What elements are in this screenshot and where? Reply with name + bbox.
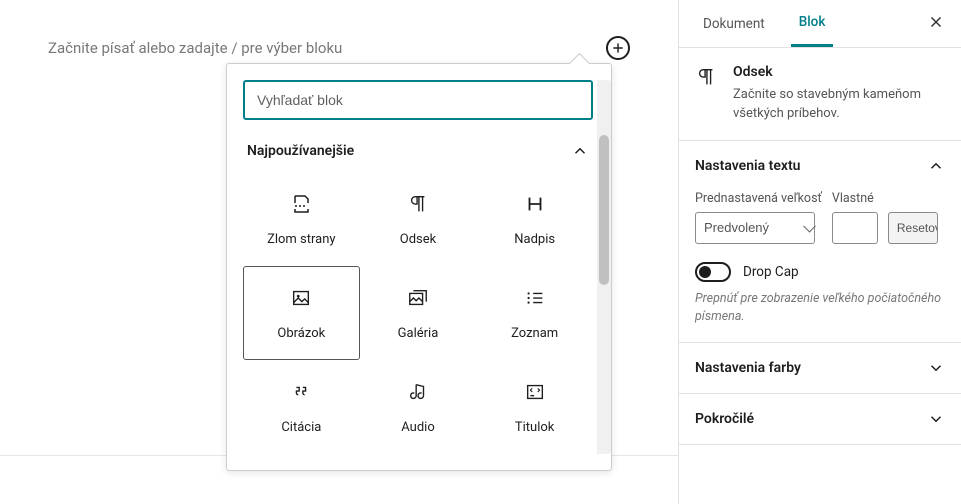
close-sidebar-button[interactable] <box>927 13 945 35</box>
block-description: Odsek Začnite so stavebným kameňom všetk… <box>679 48 961 141</box>
paragraph-block-row: Začnite písať alebo zadajte / pre výber … <box>48 36 630 60</box>
caption-icon <box>523 380 547 404</box>
quote-icon <box>289 380 313 404</box>
panel-header-color-settings[interactable]: Nastavenia farby <box>679 343 961 393</box>
settings-sidebar: Dokument Blok Odsek Začnite so stavebným… <box>678 0 961 504</box>
panel-advanced: Pokročilé <box>679 394 961 445</box>
panel-header-advanced[interactable]: Pokročilé <box>679 394 961 444</box>
add-block-button[interactable] <box>606 36 630 60</box>
panel-header-text-settings[interactable]: Nastavenia textu <box>679 141 961 191</box>
close-icon <box>927 13 945 31</box>
dropcap-label: Drop Cap <box>743 264 799 280</box>
custom-size-input[interactable] <box>832 212 878 244</box>
block-image[interactable]: Obrázok <box>243 266 360 360</box>
block-paragraph[interactable]: Odsek <box>360 172 477 266</box>
panel-title: Pokročilé <box>695 411 754 427</box>
block-list[interactable]: Zoznam <box>476 266 593 360</box>
block-heading[interactable]: Nadpis <box>476 172 593 266</box>
block-inserter-popover: Najpoužívanejšie Zlom strany Odsek Nadpi… <box>226 63 612 471</box>
block-label: Nadpis <box>514 232 555 247</box>
block-label: Citácia <box>281 420 321 435</box>
category-title: Najpoužívanejšie <box>247 143 354 159</box>
block-label: Zoznam <box>511 326 558 341</box>
dropcap-help-text: Prepnúť pre zobrazenie veľkého počiatočn… <box>695 290 945 326</box>
preset-size-select[interactable]: Predvolený <box>695 212 815 244</box>
block-audio[interactable]: Audio <box>360 360 477 454</box>
panel-title: Nastavenia textu <box>695 158 801 174</box>
paragraph-placeholder[interactable]: Začnite písať alebo zadajte / pre výber … <box>48 39 342 57</box>
dropcap-toggle[interactable] <box>695 262 731 282</box>
heading-icon <box>523 192 547 216</box>
chevron-up-icon <box>571 142 589 160</box>
gallery-icon <box>406 286 430 310</box>
block-label: Audio <box>401 420 434 435</box>
block-gallery[interactable]: Galéria <box>360 266 477 360</box>
paragraph-icon <box>695 64 719 88</box>
blocks-grid: Zlom strany Odsek Nadpis Obrázok Galéria <box>243 172 593 454</box>
block-description-text: Začnite so stavebným kameňom všetkých pr… <box>733 86 945 124</box>
block-label: Galéria <box>398 326 439 341</box>
search-input[interactable] <box>243 80 593 120</box>
list-icon <box>523 286 547 310</box>
plus-icon <box>611 41 625 55</box>
page-break-icon <box>289 192 313 216</box>
scrollbar-thumb[interactable] <box>599 135 609 285</box>
block-title: Odsek <box>733 64 945 80</box>
reset-button[interactable]: Resetovať <box>888 212 938 244</box>
tab-document[interactable]: Dokument <box>695 0 773 47</box>
category-header-most-used[interactable]: Najpoužívanejšie <box>243 142 593 172</box>
block-label: Titulok <box>515 420 555 435</box>
preset-size-label: Prednastavená veľkosť <box>695 191 822 206</box>
panel-color-settings: Nastavenia farby <box>679 343 961 394</box>
tab-block[interactable]: Blok <box>791 0 834 47</box>
panel-title: Nastavenia farby <box>695 360 801 376</box>
block-caption[interactable]: Titulok <box>476 360 593 454</box>
inserter-scrollbar[interactable] <box>597 80 611 454</box>
block-label: Zlom strany <box>267 232 336 247</box>
block-label: Obrázok <box>277 326 325 341</box>
image-icon <box>289 286 313 310</box>
paragraph-icon <box>406 192 430 216</box>
custom-size-label: Vlastné <box>832 191 878 206</box>
panel-text-settings: Nastavenia textu Prednastavená veľkosť P… <box>679 141 961 343</box>
block-label: Odsek <box>400 232 436 247</box>
block-quote[interactable]: Citácia <box>243 360 360 454</box>
audio-icon <box>406 380 430 404</box>
block-page-break[interactable]: Zlom strany <box>243 172 360 266</box>
sidebar-tabs: Dokument Blok <box>679 0 961 48</box>
chevron-down-icon <box>927 359 945 377</box>
chevron-up-icon <box>927 157 945 175</box>
chevron-down-icon <box>927 410 945 428</box>
